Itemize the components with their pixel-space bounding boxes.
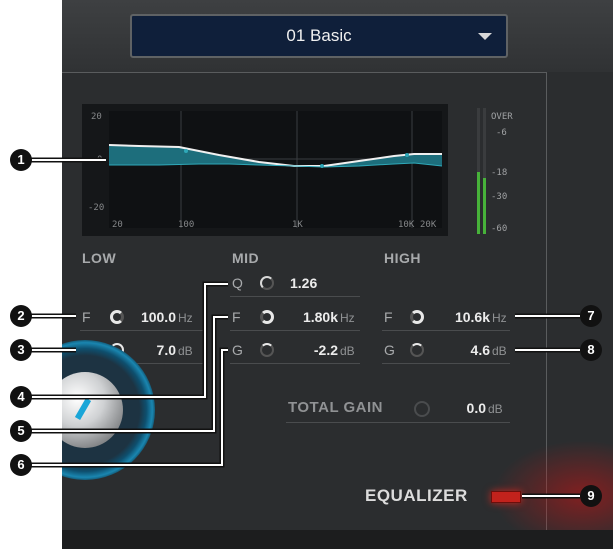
y-axis-label-bottom: -20 bbox=[88, 203, 105, 213]
divider bbox=[382, 330, 510, 331]
mid-f-label: F bbox=[232, 309, 241, 325]
equalizer-on-switch[interactable] bbox=[491, 491, 521, 503]
equalizer-label: EQUALIZER bbox=[365, 486, 468, 505]
mid-q-value[interactable]: 1.26 bbox=[290, 275, 326, 291]
total-gain-knob[interactable] bbox=[414, 401, 430, 417]
low-frequency-unit: Hz bbox=[178, 311, 193, 325]
total-gain-value[interactable]: 0.0 bbox=[440, 400, 486, 416]
dropdown-arrow-icon bbox=[478, 33, 492, 40]
callout-7: 7 bbox=[580, 305, 602, 327]
mid-q-label: Q bbox=[232, 275, 243, 291]
mid-frequency-value[interactable]: 1.80k bbox=[284, 309, 338, 325]
high-gain-knob[interactable] bbox=[410, 343, 424, 357]
y-axis-label-mid: 0 bbox=[97, 155, 103, 165]
divider bbox=[230, 363, 360, 364]
panel-bottom-bar bbox=[62, 530, 613, 549]
meter-minus6-label: -6 bbox=[496, 128, 507, 138]
mid-frequency-knob[interactable] bbox=[260, 310, 274, 324]
y-axis-label-top: 20 bbox=[91, 112, 102, 122]
divider bbox=[80, 330, 206, 331]
meter-minus60-label: -60 bbox=[491, 224, 508, 234]
high-g-label: G bbox=[384, 342, 395, 358]
mid-band-title: MID bbox=[232, 250, 260, 266]
divider bbox=[230, 330, 360, 331]
low-band-title: LOW bbox=[82, 250, 117, 266]
high-frequency-unit: Hz bbox=[492, 311, 507, 325]
low-band-point[interactable] bbox=[184, 149, 188, 153]
preset-name: 01 Basic bbox=[286, 26, 352, 45]
callout-4: 4 bbox=[10, 386, 32, 408]
x-axis-label-20k: 20K bbox=[420, 220, 437, 230]
divider bbox=[286, 422, 510, 423]
divider bbox=[382, 363, 510, 364]
low-gain-unit: dB bbox=[178, 344, 193, 358]
divider bbox=[230, 296, 360, 297]
low-frequency-knob[interactable] bbox=[110, 310, 124, 324]
mid-gain-value[interactable]: -2.2 bbox=[288, 342, 338, 358]
low-frequency-value[interactable]: 100.0 bbox=[130, 309, 176, 325]
callout-9: 9 bbox=[580, 485, 602, 507]
high-f-label: F bbox=[384, 309, 393, 325]
callout-2: 2 bbox=[10, 305, 32, 327]
eq-curve-graph[interactable] bbox=[108, 111, 443, 228]
meter-minus30-label: -30 bbox=[491, 192, 508, 202]
callout-5: 5 bbox=[10, 420, 32, 442]
equalizer-panel bbox=[62, 0, 613, 549]
eq-curve-svg bbox=[108, 111, 443, 228]
high-frequency-knob[interactable] bbox=[410, 310, 424, 324]
high-band-point[interactable] bbox=[405, 153, 409, 157]
x-axis-label-10k: 10K bbox=[398, 220, 415, 230]
x-axis-label-20: 20 bbox=[112, 220, 123, 230]
preset-dropdown[interactable]: 01 Basic bbox=[130, 14, 508, 58]
x-axis-label-100: 100 bbox=[178, 220, 195, 230]
meter-minus18-label: -18 bbox=[491, 168, 508, 178]
total-gain-label: TOTAL GAIN bbox=[288, 399, 383, 416]
meter-over-label: OVER bbox=[491, 112, 513, 122]
mid-q-knob[interactable] bbox=[260, 276, 274, 290]
low-f-label: F bbox=[82, 309, 91, 325]
high-gain-unit: dB bbox=[492, 344, 507, 358]
total-gain-unit: dB bbox=[488, 402, 503, 416]
high-band-title: HIGH bbox=[384, 250, 421, 266]
mid-gain-unit: dB bbox=[340, 344, 355, 358]
callout-6: 6 bbox=[10, 454, 32, 476]
mid-frequency-unit: Hz bbox=[340, 311, 355, 325]
low-gain-value[interactable]: 7.0 bbox=[130, 342, 176, 358]
mid-g-label: G bbox=[232, 342, 243, 358]
x-axis-label-1k: 1K bbox=[292, 220, 303, 230]
high-gain-value[interactable]: 4.6 bbox=[438, 342, 490, 358]
callout-1: 1 bbox=[10, 149, 32, 171]
mid-band-point[interactable] bbox=[320, 164, 324, 168]
high-frequency-value[interactable]: 10.6k bbox=[438, 309, 490, 325]
callout-3: 3 bbox=[10, 339, 32, 361]
mid-gain-knob[interactable] bbox=[260, 343, 274, 357]
callout-8: 8 bbox=[580, 339, 602, 361]
